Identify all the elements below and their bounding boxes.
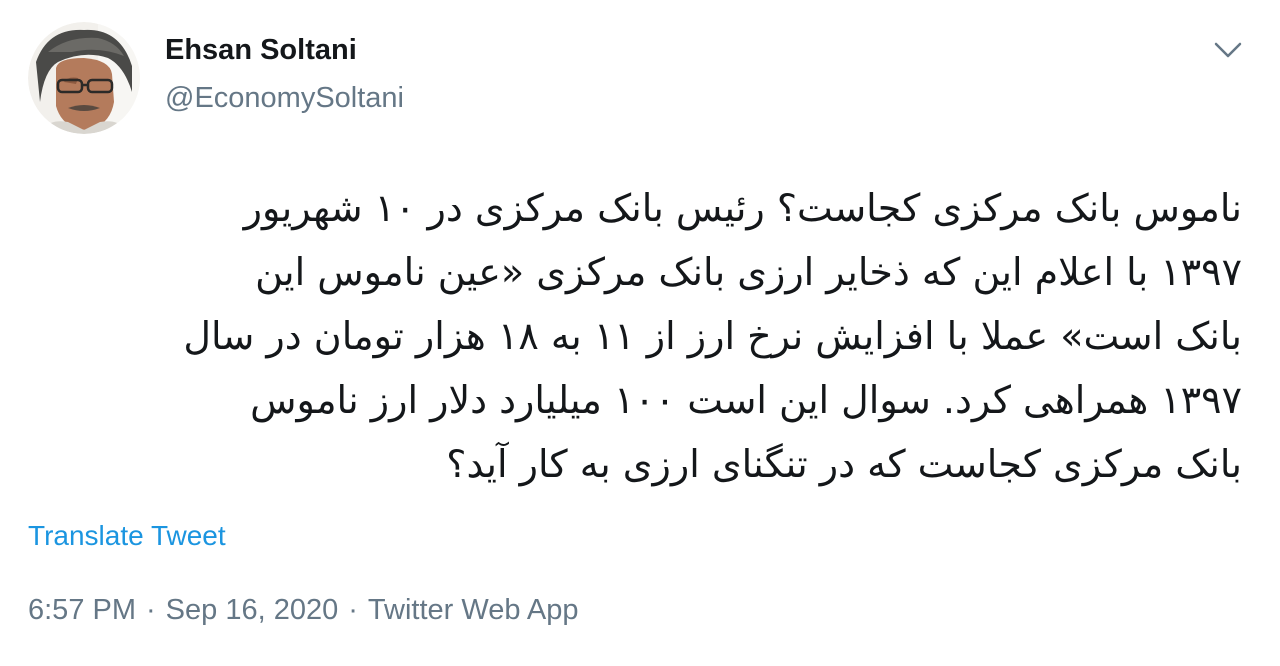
tweet-text-line: بانک است» عملا با افزایش نرخ ارز از ۱۱ ب… bbox=[183, 314, 1242, 358]
translate-tweet-link[interactable]: Translate Tweet bbox=[28, 520, 226, 552]
tweet-card: Ehsan Soltani @EconomySoltani ناموس بانک… bbox=[0, 0, 1280, 666]
tweet-text-line: ناموس بانک مرکزی کجاست؟ رئیس بانک مرکزی … bbox=[243, 186, 1242, 230]
chevron-down-icon[interactable] bbox=[1210, 32, 1246, 68]
avatar[interactable] bbox=[28, 22, 140, 134]
tweet-text-line: ۱۳۹۷ همراهی کرد. سوال این است ۱۰۰ میلیار… bbox=[250, 378, 1242, 422]
tweet-source[interactable]: Twitter Web App bbox=[368, 594, 579, 626]
meta-separator: · bbox=[146, 594, 156, 626]
tweet-date[interactable]: Sep 16, 2020 bbox=[166, 594, 339, 626]
author-handle[interactable]: @EconomySoltani bbox=[165, 82, 404, 115]
meta-separator: · bbox=[348, 594, 358, 626]
tweet-text-line: بانک مرکزی کجاست که در تنگنای ارزی به کا… bbox=[446, 442, 1242, 486]
tweet-text-line: ۱۳۹۷ با اعلام این که ذخایر ارزی بانک مرک… bbox=[255, 250, 1242, 294]
tweet-meta: 6:57 PM · Sep 16, 2020 · Twitter Web App bbox=[28, 594, 579, 627]
profile-photo bbox=[28, 22, 140, 134]
author-name[interactable]: Ehsan Soltani bbox=[165, 34, 357, 67]
tweet-text: ناموس بانک مرکزی کجاست؟ رئیس بانک مرکزی … bbox=[12, 176, 1242, 496]
tweet-time[interactable]: 6:57 PM bbox=[28, 594, 136, 626]
